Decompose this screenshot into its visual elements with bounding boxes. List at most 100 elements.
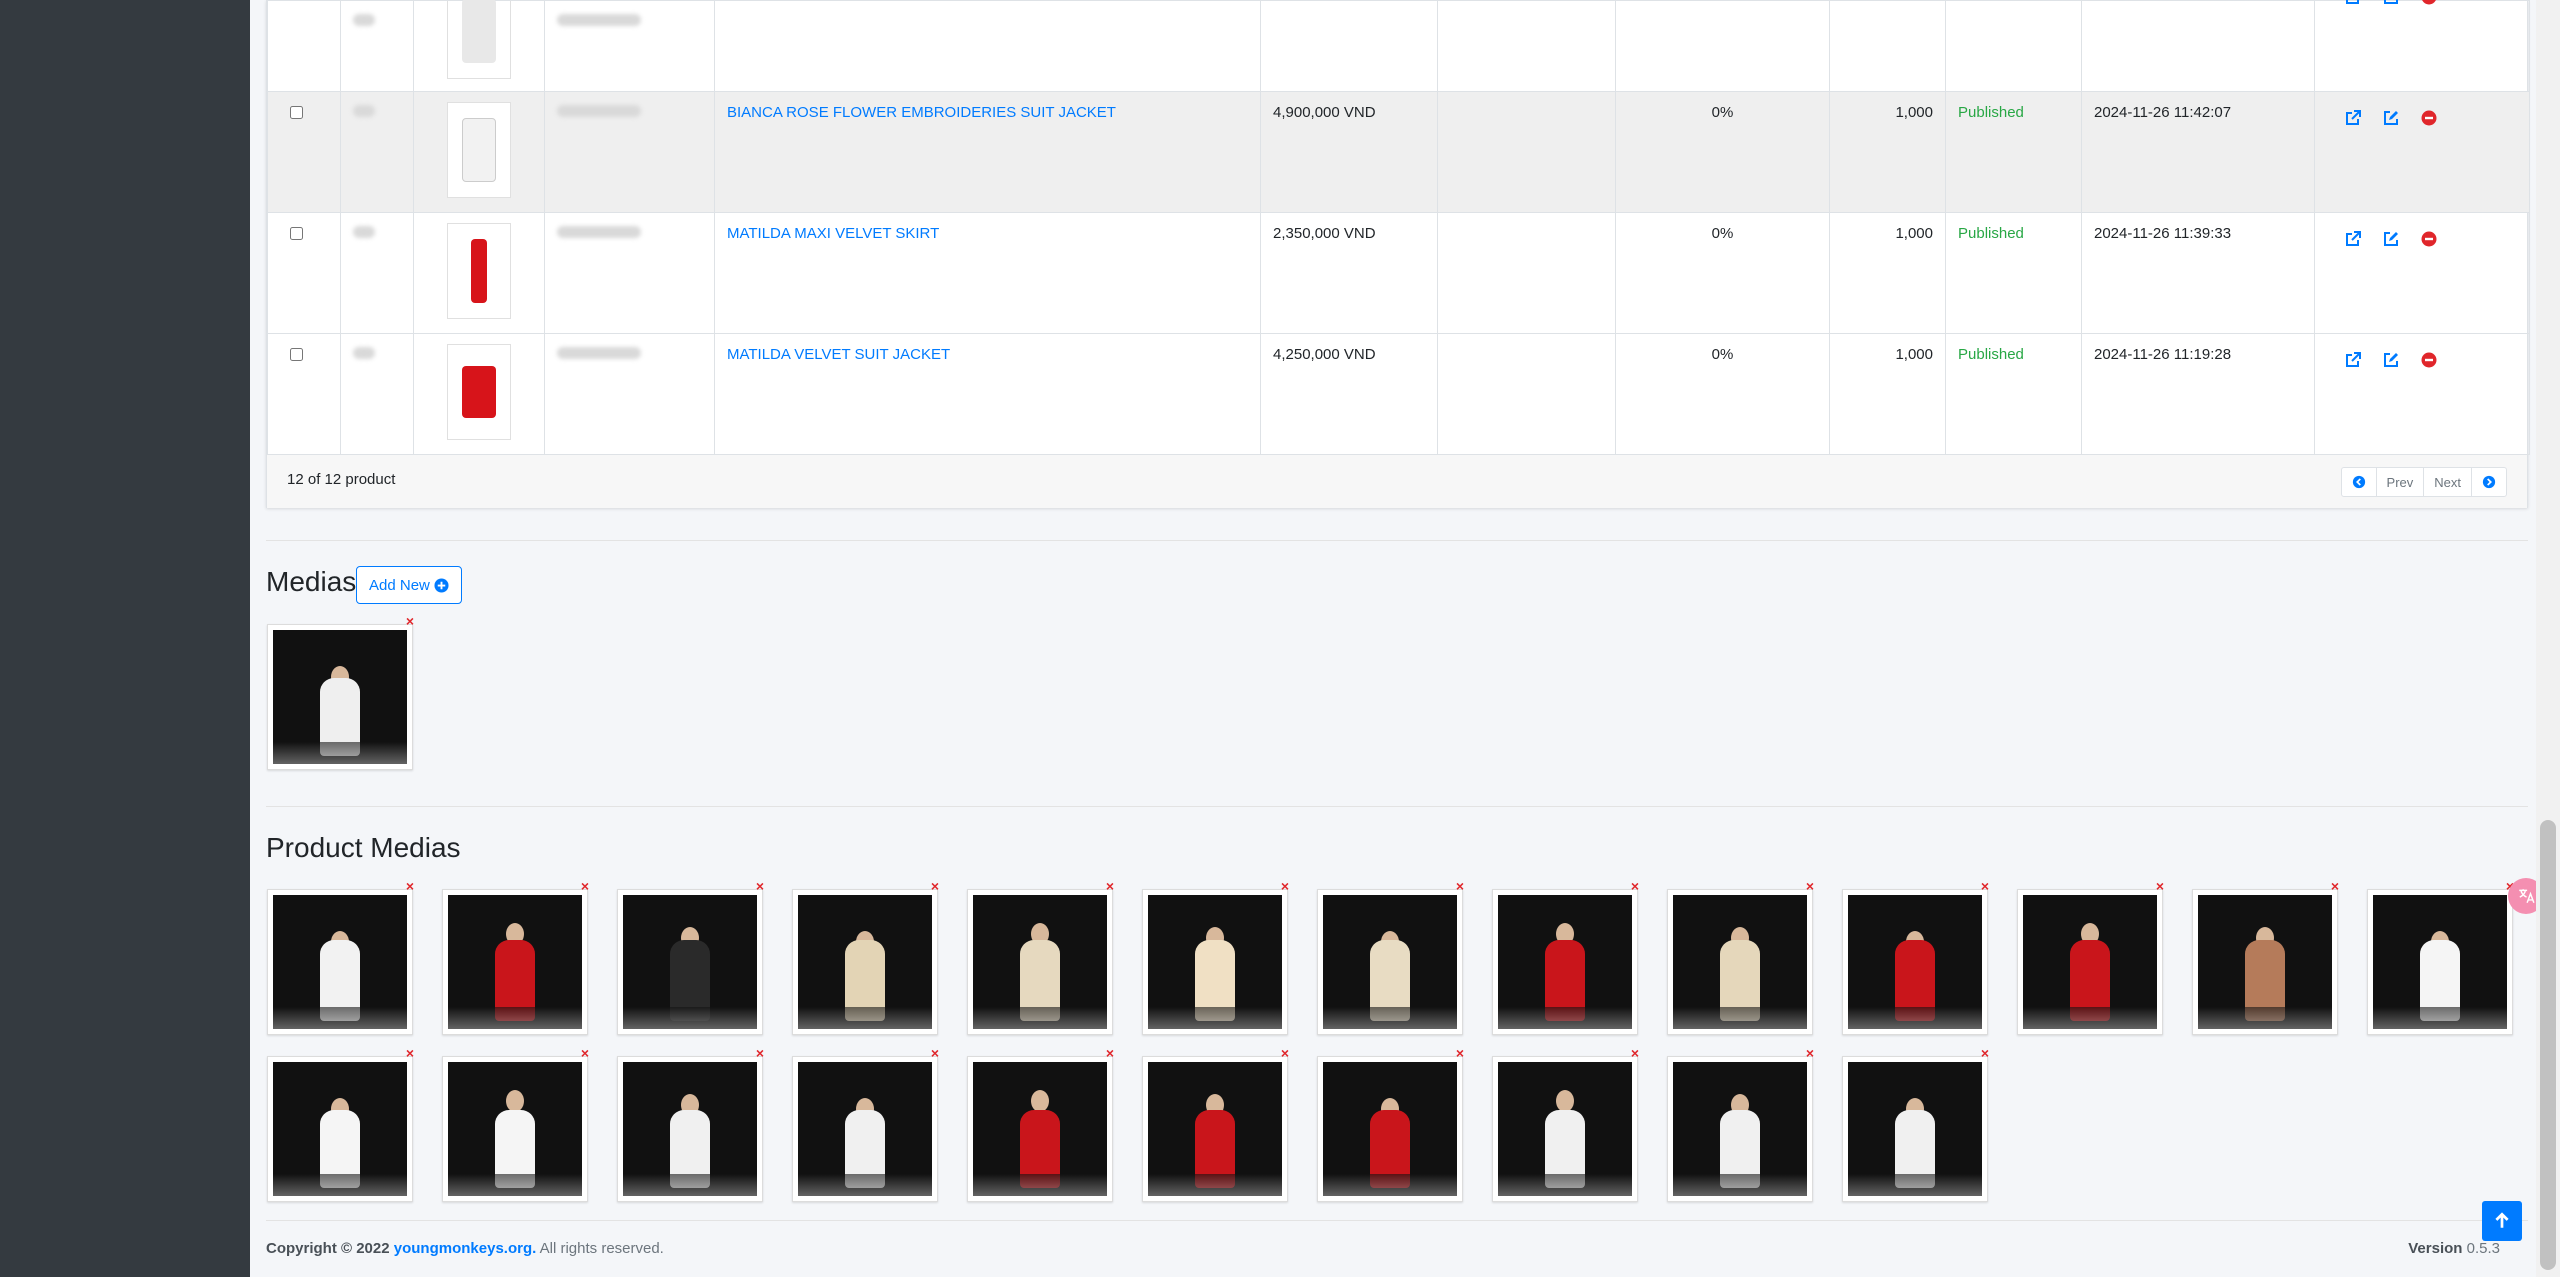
media-thumbnail[interactable]: × <box>617 1046 764 1202</box>
back-to-top-button[interactable] <box>2482 1201 2522 1241</box>
code-cell <box>544 212 715 334</box>
media-thumbnail[interactable]: × <box>967 1046 1114 1202</box>
row-checkbox[interactable] <box>290 106 303 119</box>
remove-media-icon[interactable]: × <box>2156 879 2164 893</box>
discount-cell <box>1615 0 1830 92</box>
media-thumbnail[interactable]: × <box>267 879 414 1035</box>
remove-media-icon[interactable]: × <box>1281 879 1289 893</box>
media-thumbnail[interactable]: × <box>1842 1046 1989 1202</box>
quantity-cell: 1,000 <box>1829 212 1946 334</box>
remove-media-icon[interactable]: × <box>1281 1046 1289 1060</box>
product-name-link[interactable]: MATILDA MAXI VELVET SKIRT <box>727 225 939 242</box>
remove-media-icon[interactable]: × <box>1106 879 1114 893</box>
first-page-button[interactable] <box>2342 468 2377 496</box>
media-image <box>273 895 407 1029</box>
remove-media-icon[interactable]: × <box>2331 879 2339 893</box>
delete-icon[interactable] <box>2419 0 2439 7</box>
media-thumbnail[interactable]: × <box>1667 1046 1814 1202</box>
edit-icon[interactable] <box>2381 229 2401 249</box>
media-thumbnail[interactable]: × <box>267 1046 414 1202</box>
media-thumbnail[interactable]: × <box>1492 879 1639 1035</box>
remove-media-icon[interactable]: × <box>1456 1046 1464 1060</box>
price-cell <box>1260 0 1438 92</box>
media-image <box>2373 895 2507 1029</box>
media-thumbnail[interactable]: × <box>1142 879 1289 1035</box>
edit-icon[interactable] <box>2381 350 2401 370</box>
media-thumbnail[interactable]: × <box>2192 879 2339 1035</box>
discount: 0% <box>1711 104 1734 121</box>
actions-cell <box>2314 91 2530 213</box>
media-image <box>1848 895 1982 1029</box>
table-row: BIANCA ROSE FLOWER EMBROIDERIES SUIT JAC… <box>267 91 2530 213</box>
media-image <box>623 895 757 1029</box>
site-link[interactable]: youngmonkeys.org. <box>394 1240 537 1257</box>
remove-media-icon[interactable]: × <box>406 614 414 628</box>
media-thumbnail[interactable]: × <box>442 1046 589 1202</box>
delete-icon[interactable] <box>2419 350 2439 370</box>
product-count: 12 of 12 product <box>287 471 396 488</box>
open-external-icon[interactable] <box>2343 0 2363 7</box>
remove-media-icon[interactable]: × <box>756 1046 764 1060</box>
remove-media-icon[interactable]: × <box>1456 879 1464 893</box>
remove-media-icon[interactable]: × <box>406 1046 414 1060</box>
media-thumbnail[interactable]: × <box>1142 1046 1289 1202</box>
media-thumbnail[interactable]: × <box>267 614 414 770</box>
media-image <box>1673 895 1807 1029</box>
last-page-button[interactable] <box>2472 468 2506 496</box>
blurred-id <box>353 226 375 238</box>
media-thumbnail[interactable]: × <box>967 879 1114 1035</box>
remove-media-icon[interactable]: × <box>1806 1046 1814 1060</box>
product-name-link[interactable]: BIANCA ROSE FLOWER EMBROIDERIES SUIT JAC… <box>727 104 1116 121</box>
name-cell <box>714 0 1261 92</box>
remove-media-icon[interactable]: × <box>581 1046 589 1060</box>
blurred-code <box>557 105 641 117</box>
remove-media-icon[interactable]: × <box>581 879 589 893</box>
media-thumbnail[interactable]: × <box>792 879 939 1035</box>
media-thumbnail[interactable]: × <box>442 879 589 1035</box>
remove-media-icon[interactable]: × <box>1631 1046 1639 1060</box>
delete-icon[interactable] <box>2419 108 2439 128</box>
media-thumbnail[interactable]: × <box>1317 1046 1464 1202</box>
discount: 0% <box>1711 346 1734 363</box>
table-footer: 12 of 12 product Prev Next <box>267 454 2527 508</box>
remove-media-icon[interactable]: × <box>931 879 939 893</box>
arrow-left-circle-icon <box>2352 475 2365 489</box>
media-thumbnail[interactable]: × <box>2367 879 2514 1035</box>
media-thumbnail[interactable]: × <box>1842 879 1989 1035</box>
scrollbar[interactable] <box>2536 0 2560 1277</box>
status-badge: Published <box>1958 225 2024 242</box>
remove-media-icon[interactable]: × <box>406 879 414 893</box>
status-cell <box>1945 0 2082 92</box>
media-thumbnail[interactable]: × <box>617 879 764 1035</box>
date-cell: 2024-11-26 11:39:33 <box>2081 212 2315 334</box>
remove-media-icon[interactable]: × <box>1631 879 1639 893</box>
product-name-link[interactable]: MATILDA VELVET SUIT JACKET <box>727 346 950 363</box>
row-checkbox[interactable] <box>290 227 303 240</box>
edit-icon[interactable] <box>2381 108 2401 128</box>
remove-media-icon[interactable]: × <box>1106 1046 1114 1060</box>
media-thumbnail[interactable]: × <box>792 1046 939 1202</box>
open-external-icon[interactable] <box>2343 350 2363 370</box>
open-external-icon[interactable] <box>2343 229 2363 249</box>
remove-media-icon[interactable]: × <box>1981 1046 1989 1060</box>
open-external-icon[interactable] <box>2343 108 2363 128</box>
select-cell <box>267 333 341 455</box>
remove-media-icon[interactable]: × <box>931 1046 939 1060</box>
remove-media-icon[interactable]: × <box>1806 879 1814 893</box>
arrow-up-icon <box>2495 1212 2509 1228</box>
media-image <box>623 1062 757 1196</box>
edit-icon[interactable] <box>2381 0 2401 7</box>
delete-icon[interactable] <box>2419 229 2439 249</box>
add-new-media-button[interactable]: Add New <box>356 566 462 604</box>
remove-media-icon[interactable]: × <box>1981 879 1989 893</box>
next-button[interactable]: Next <box>2424 468 2472 496</box>
prev-button[interactable]: Prev <box>2377 468 2425 496</box>
media-thumbnail[interactable]: × <box>1667 879 1814 1035</box>
media-thumbnail[interactable]: × <box>1317 879 1464 1035</box>
media-thumbnail[interactable]: × <box>2017 879 2164 1035</box>
scrollbar-thumb[interactable] <box>2540 820 2556 1270</box>
row-checkbox[interactable] <box>290 348 303 361</box>
remove-media-icon[interactable]: × <box>756 879 764 893</box>
id-cell <box>340 212 414 334</box>
media-thumbnail[interactable]: × <box>1492 1046 1639 1202</box>
